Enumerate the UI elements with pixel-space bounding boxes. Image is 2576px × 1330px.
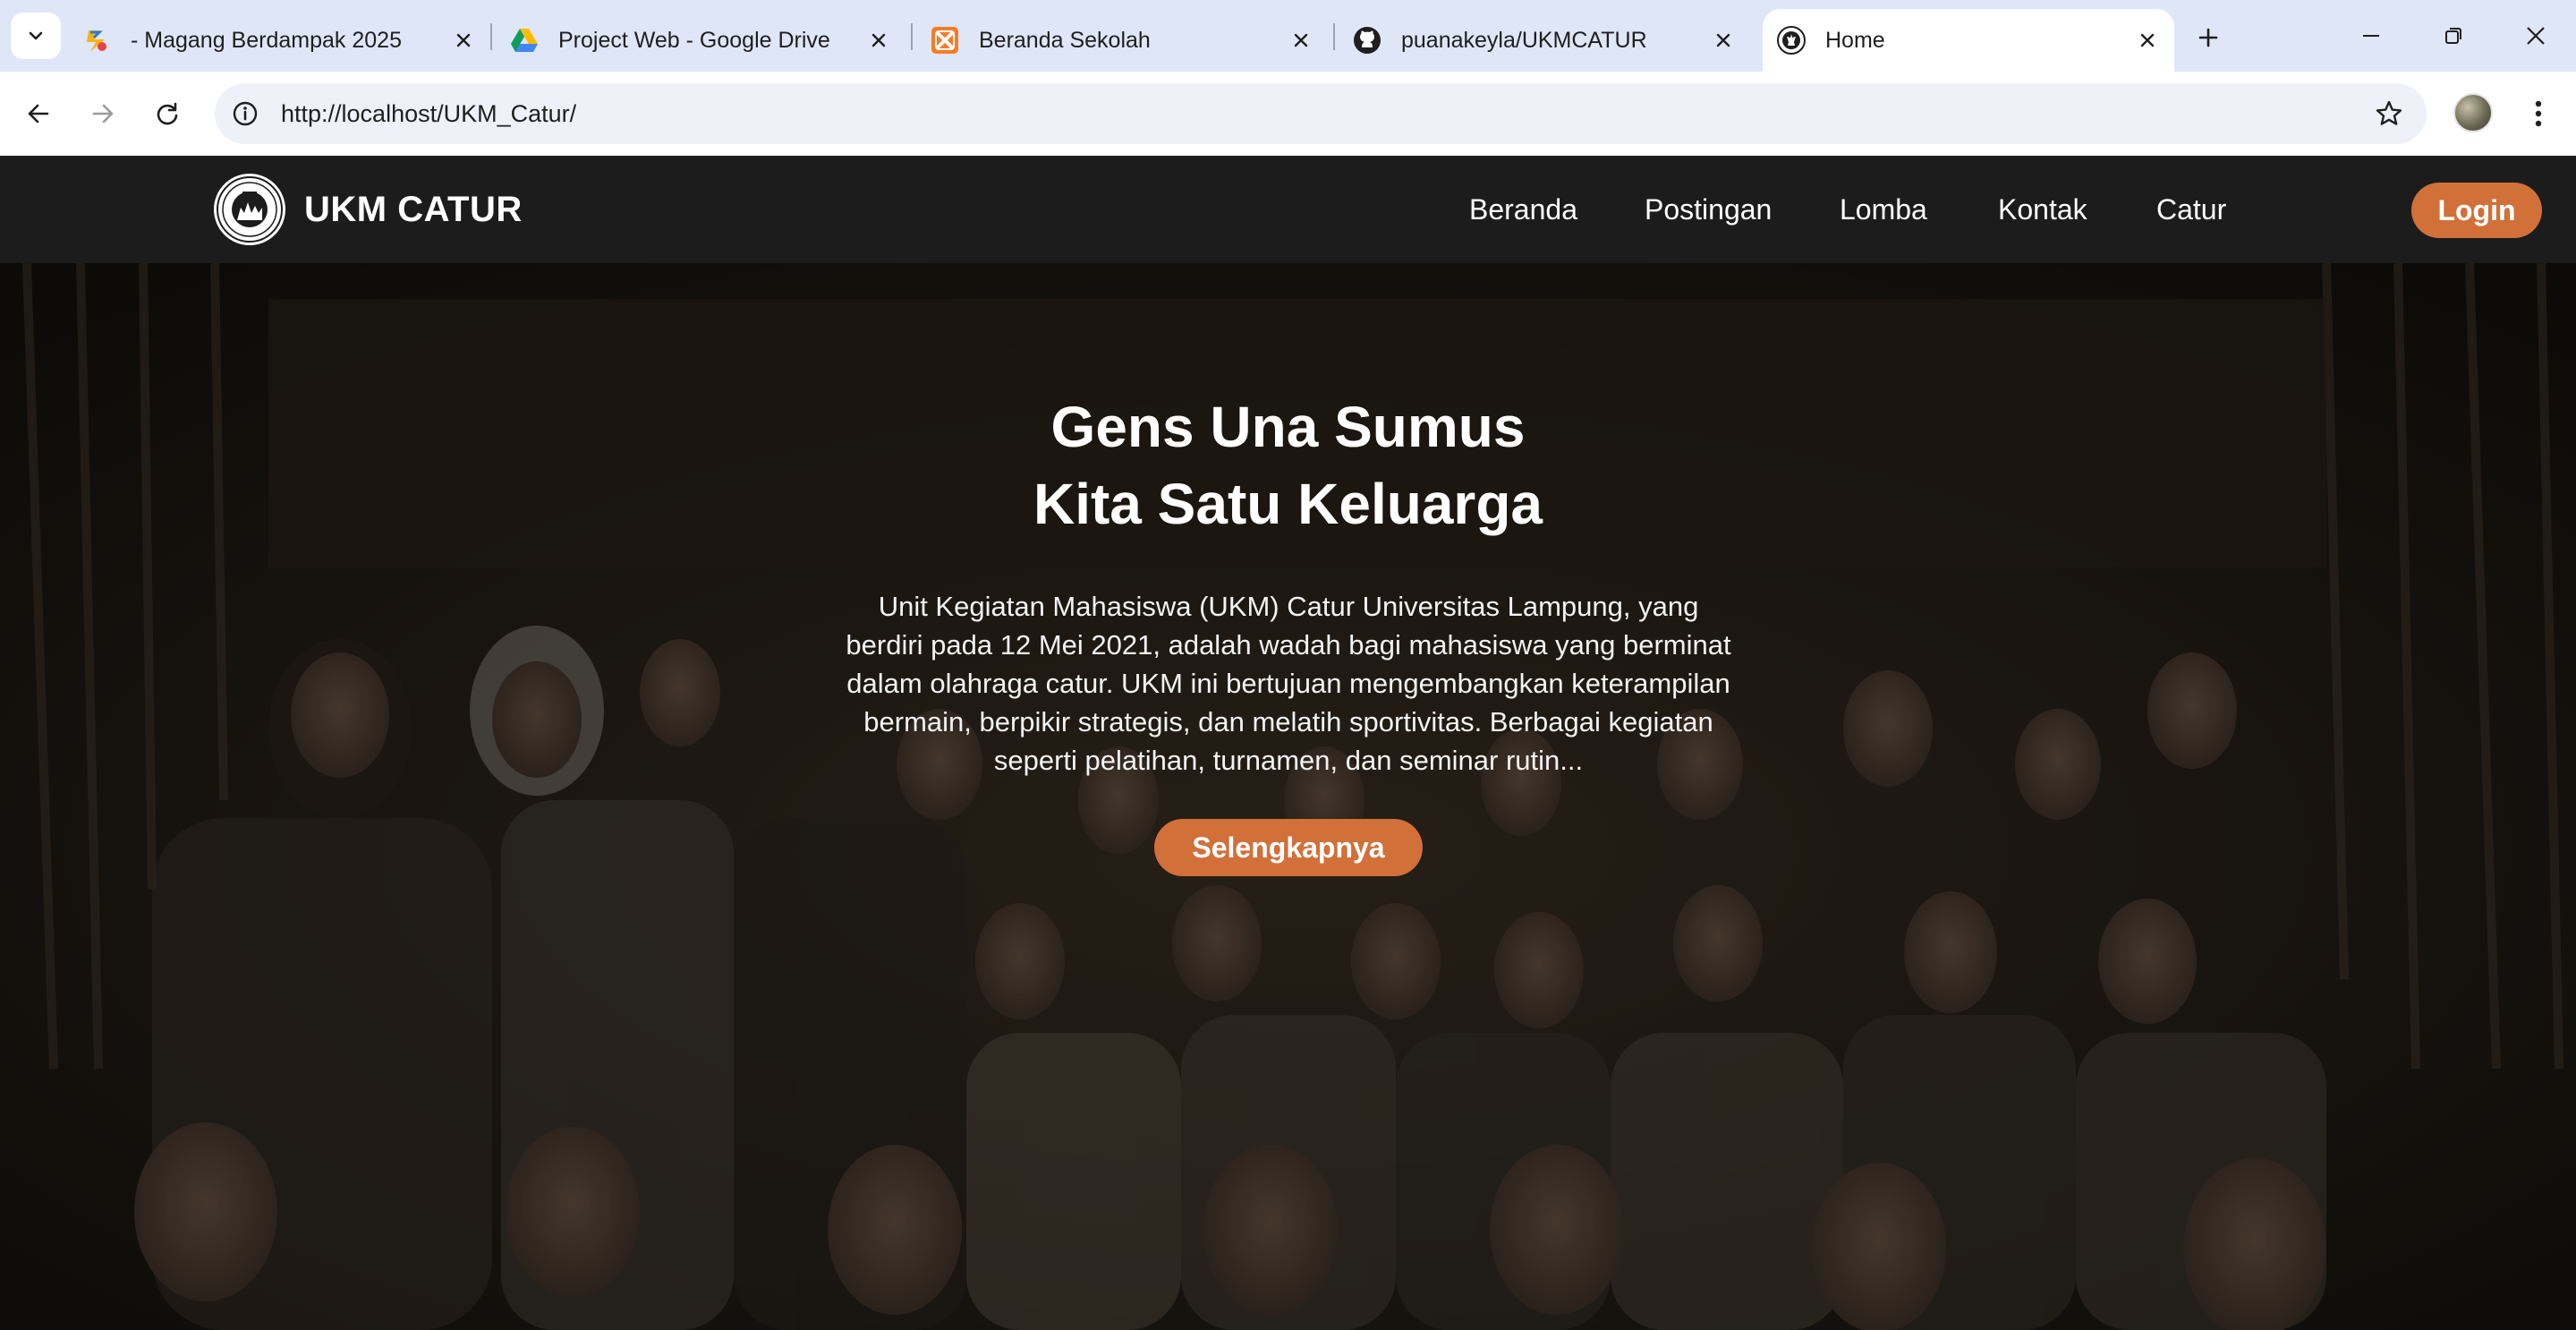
tab-search-button[interactable]	[11, 13, 61, 59]
browser-tab[interactable]: - Magang Berdampak 2025	[82, 9, 480, 72]
browser-menu-button[interactable]	[2516, 91, 2561, 136]
arrow-left-icon	[28, 104, 49, 124]
minimize-icon	[2363, 35, 2379, 37]
hero-title-line1: Gens Una Sumus	[1050, 395, 1526, 459]
nav-link-beranda[interactable]: Beranda	[1469, 156, 1577, 263]
minimize-button[interactable]	[2331, 9, 2411, 63]
tab-title: Home	[1825, 27, 1885, 53]
tab-separator	[1333, 23, 1335, 50]
profile-avatar[interactable]	[2453, 93, 2493, 132]
chevron-down-icon	[29, 31, 43, 40]
github-icon	[1353, 26, 1382, 55]
site-navbar: UKM CATUR Beranda Postingan Lomba Kontak…	[0, 156, 2576, 263]
close-icon[interactable]	[447, 24, 480, 56]
tab-separator	[911, 23, 913, 50]
plus-icon	[2198, 28, 2218, 47]
browser-tab[interactable]: puanakeyla/UKMCATUR	[1353, 9, 1739, 72]
bookmark-star-icon[interactable]	[2371, 96, 2407, 132]
url-text[interactable]: http://localhost/UKM_Catur/	[281, 83, 576, 144]
tab-separator	[490, 23, 492, 50]
browser-toolbar: http://localhost/UKM_Catur/	[0, 72, 2576, 156]
nav-link-kontak[interactable]: Kontak	[1998, 156, 2087, 263]
hero-description: Unit Kegiatan Mahasiswa (UKM) Catur Univ…	[846, 591, 1731, 776]
restore-icon	[2445, 28, 2461, 44]
site-info-icon[interactable]	[225, 94, 265, 133]
close-icon[interactable]	[2131, 24, 2164, 56]
nav-link-lomba[interactable]: Lomba	[1840, 156, 1927, 263]
reload-button[interactable]	[145, 91, 190, 136]
arrow-right-icon	[92, 104, 114, 124]
address-bar[interactable]: http://localhost/UKM_Catur/	[215, 83, 2427, 144]
tab-title: - Magang Berdampak 2025	[131, 27, 402, 53]
browser-tab-strip: - Magang Berdampak 2025 Project Web - Go…	[0, 0, 2576, 72]
tab-title: puanakeyla/UKMCATUR	[1401, 27, 1647, 53]
close-icon[interactable]	[863, 24, 895, 56]
close-icon[interactable]	[1707, 24, 1739, 56]
selengkapnya-button[interactable]: Selengkapnya	[1154, 819, 1423, 876]
hero-section: Gens Una Sumus Kita Satu Keluarga Unit K…	[0, 263, 2576, 1330]
browser-tab-active[interactable]: Home	[1763, 9, 2174, 72]
login-button[interactable]: Login	[2411, 183, 2542, 238]
hero-title-line2: Kita Satu Keluarga	[1033, 472, 1543, 536]
browser-tab[interactable]: Project Web - Google Drive	[510, 9, 895, 72]
close-icon	[2527, 27, 2545, 45]
back-button[interactable]	[16, 91, 61, 136]
nav-link-postingan[interactable]: Postingan	[1645, 156, 1772, 263]
nav-link-catur[interactable]: Catur	[2156, 156, 2226, 263]
close-window-button[interactable]	[2495, 9, 2576, 63]
tab-title: Beranda Sekolah	[979, 27, 1151, 53]
new-tab-button[interactable]	[2187, 16, 2230, 59]
hero-title: Gens Una Sumus Kita Satu Keluarga	[0, 388, 2576, 542]
close-icon[interactable]	[1285, 24, 1317, 56]
tab-title: Project Web - Google Drive	[558, 27, 830, 53]
ukm-catur-logo[interactable]	[214, 174, 285, 245]
restore-button[interactable]	[2413, 9, 2494, 63]
browser-tab[interactable]: Beranda Sekolah	[931, 9, 1317, 72]
google-drive-icon	[510, 26, 539, 55]
forward-button[interactable]	[81, 91, 125, 136]
more-vert-icon	[2535, 100, 2542, 127]
reload-icon	[157, 102, 178, 125]
xampp-icon	[931, 26, 959, 55]
kampus-merdeka-icon	[82, 26, 111, 55]
chess-logo-icon	[1777, 26, 1806, 55]
site-brand[interactable]: UKM CATUR	[304, 156, 523, 263]
